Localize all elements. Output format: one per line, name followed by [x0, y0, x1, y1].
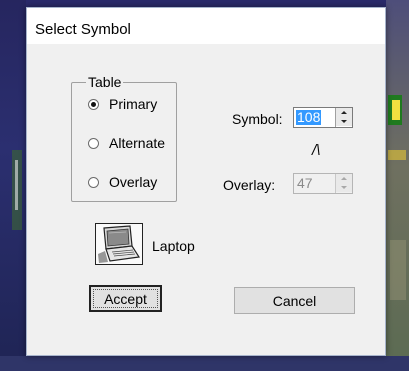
overlay-spinner[interactable]: 47 — [293, 173, 353, 194]
dialog-client-area: Table Primary Alternate Overlay Symbol: … — [27, 44, 385, 355]
dialog-title: Select Symbol — [35, 21, 131, 38]
laptop-icon — [98, 225, 141, 263]
cancel-button-label[interactable]: Cancel — [273, 293, 317, 309]
arrow-up-icon — [341, 177, 347, 180]
radio-alternate-label[interactable]: Alternate — [109, 135, 165, 151]
overlay-value[interactable]: 47 — [296, 176, 314, 191]
radio-overlay[interactable]: Overlay — [88, 174, 157, 190]
arrow-up-icon — [341, 111, 347, 114]
overlay-spin-buttons[interactable] — [335, 174, 352, 193]
dialog-titlebar[interactable]: Select Symbol — [27, 8, 385, 44]
radio-alternate-indicator[interactable] — [88, 137, 99, 149]
table-groupbox: Table Primary Alternate Overlay — [71, 74, 177, 202]
accept-button[interactable]: Accept — [89, 285, 162, 312]
separator-glyph: /\ — [312, 142, 321, 159]
radio-primary-label[interactable]: Primary — [109, 96, 157, 112]
symbol-spin-buttons[interactable] — [335, 108, 352, 127]
cancel-button[interactable]: Cancel — [234, 287, 355, 314]
overlay-decrement-button[interactable] — [336, 183, 352, 192]
symbol-preview — [95, 223, 143, 265]
table-group-legend: Table — [86, 74, 124, 90]
select-symbol-dialog: Select Symbol Table Primary Alternate Ov… — [26, 7, 386, 356]
symbol-value[interactable]: 108 — [296, 110, 322, 125]
symbol-decrement-button[interactable] — [336, 117, 352, 126]
radio-alternate[interactable]: Alternate — [88, 135, 165, 151]
radio-primary[interactable]: Primary — [88, 96, 157, 112]
focus-rectangle — [93, 289, 158, 308]
overlay-label: Overlay: — [223, 177, 276, 193]
symbol-spinner[interactable]: 108 — [293, 107, 353, 128]
preview-caption: Laptop — [152, 238, 195, 254]
radio-primary-indicator[interactable] — [88, 98, 99, 110]
arrow-down-icon — [341, 186, 347, 189]
radio-overlay-label[interactable]: Overlay — [109, 174, 157, 190]
radio-overlay-indicator[interactable] — [88, 176, 99, 188]
symbol-label: Symbol: — [232, 111, 283, 127]
arrow-down-icon — [341, 120, 347, 123]
